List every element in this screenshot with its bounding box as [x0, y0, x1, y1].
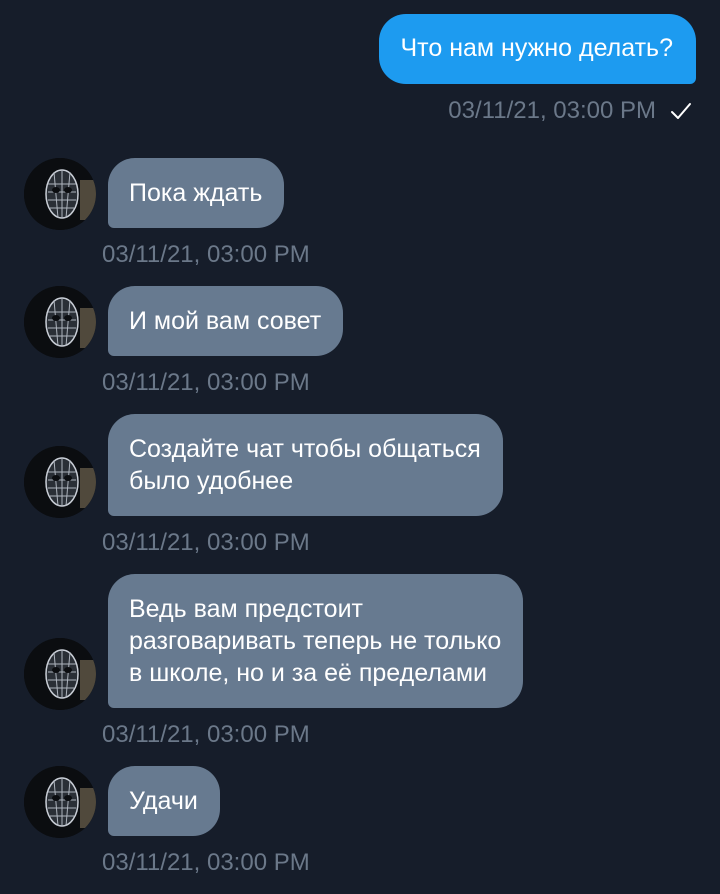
incoming-message-bubble[interactable]: Пока ждать — [108, 158, 285, 228]
incoming-message-timestamp: 03/11/21, 03:00 PM — [102, 721, 310, 748]
incoming-message-line: Создайте чат чтобы общаться — [129, 435, 481, 463]
incoming-message-line: Удачи — [129, 787, 198, 815]
avatar[interactable] — [24, 446, 96, 518]
incoming-message-line: Ведь вам предстоит — [129, 595, 363, 623]
incoming-message-timestamp: 03/11/21, 03:00 PM — [102, 369, 310, 396]
incoming-message-bubble[interactable]: Удачи — [108, 766, 220, 836]
avatar[interactable] — [24, 638, 96, 710]
chat-thread: Что нам нужно делать? 03/11/21, 03:00 PM… — [0, 0, 720, 894]
outgoing-message-meta: 03/11/21, 03:00 PM — [448, 96, 692, 126]
avatar[interactable] — [24, 766, 96, 838]
mask-avatar-image — [24, 286, 96, 358]
mask-avatar-image — [24, 158, 96, 230]
incoming-message-bubble[interactable]: Ведь вам предстоит разговаривать теперь … — [108, 574, 524, 708]
incoming-message-timestamp: 03/11/21, 03:00 PM — [102, 529, 310, 556]
outgoing-message-bubble[interactable]: Что нам нужно делать? — [378, 14, 696, 84]
check-icon — [671, 103, 691, 119]
outgoing-message-text: Что нам нужно делать? — [400, 34, 673, 62]
mask-avatar-image — [24, 446, 96, 518]
incoming-message-line: разговаривать теперь не только — [129, 627, 502, 655]
incoming-message-timestamp: 03/11/21, 03:00 PM — [102, 849, 310, 876]
incoming-message-bubble[interactable]: И мой вам совет — [108, 286, 344, 356]
incoming-message-line: Пока ждать — [129, 179, 263, 207]
incoming-message-timestamp: 03/11/21, 03:00 PM — [102, 241, 310, 268]
outgoing-message-timestamp: 03/11/21, 03:00 PM — [448, 97, 656, 124]
mask-avatar-image — [24, 766, 96, 838]
avatar[interactable] — [24, 158, 96, 230]
avatar[interactable] — [24, 286, 96, 358]
mask-avatar-image — [24, 638, 96, 710]
incoming-message-line: в школе, но и за её пределами — [129, 659, 487, 687]
incoming-message-line: было удобнее — [129, 467, 294, 495]
incoming-message-bubble[interactable]: Создайте чат чтобы общаться было удобнее — [108, 414, 503, 516]
incoming-message-line: И мой вам совет — [129, 307, 322, 335]
